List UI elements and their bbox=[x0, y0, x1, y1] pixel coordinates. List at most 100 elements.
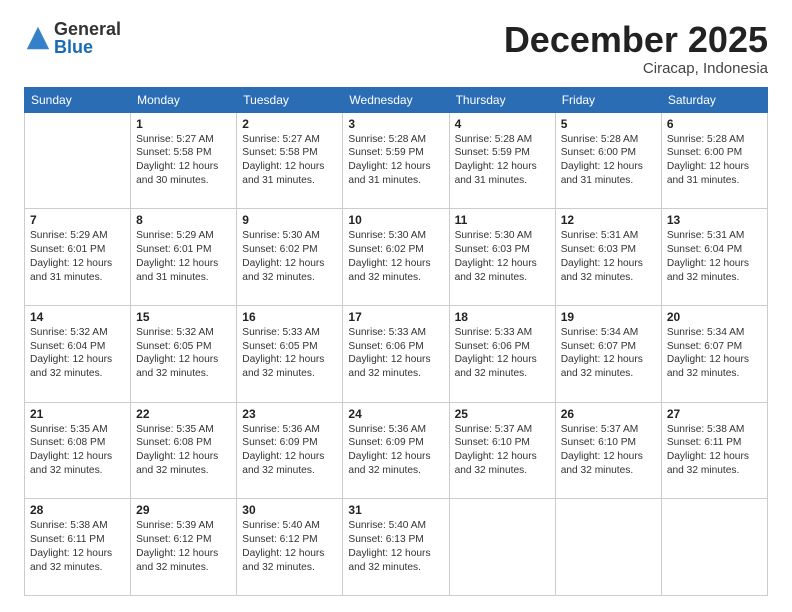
logo-general: General bbox=[54, 20, 121, 38]
day-info: Sunrise: 5:32 AMSunset: 6:05 PMDaylight:… bbox=[136, 326, 231, 381]
calendar-week-row: 7 Sunrise: 5:29 AMSunset: 6:01 PMDaylight… bbox=[25, 209, 768, 306]
day-number: 23 bbox=[242, 407, 337, 421]
day-number: 26 bbox=[561, 407, 656, 421]
calendar-header-row: Sunday Monday Tuesday Wednesday Thursday… bbox=[25, 87, 768, 112]
day-number: 22 bbox=[136, 407, 231, 421]
calendar-cell: 27 Sunrise: 5:38 AMSunset: 6:11 PMDayligh… bbox=[661, 402, 767, 499]
calendar-cell: 18 Sunrise: 5:33 AMSunset: 6:06 PMDayligh… bbox=[449, 305, 555, 402]
calendar-cell: 9 Sunrise: 5:30 AMSunset: 6:02 PMDaylight… bbox=[237, 209, 343, 306]
logo-text: General Blue bbox=[54, 20, 121, 56]
calendar-cell: 19 Sunrise: 5:34 AMSunset: 6:07 PMDayligh… bbox=[555, 305, 661, 402]
day-number: 11 bbox=[455, 213, 550, 227]
calendar-cell bbox=[25, 112, 131, 209]
day-info: Sunrise: 5:40 AMSunset: 6:13 PMDaylight:… bbox=[348, 519, 443, 574]
day-info: Sunrise: 5:36 AMSunset: 6:09 PMDaylight:… bbox=[348, 423, 443, 478]
calendar-cell: 17 Sunrise: 5:33 AMSunset: 6:06 PMDayligh… bbox=[343, 305, 449, 402]
day-number: 31 bbox=[348, 503, 443, 517]
day-number: 9 bbox=[242, 213, 337, 227]
calendar-cell: 22Sunrise: 5:35 AMSunset: 6:08 PMDayligh… bbox=[131, 402, 237, 499]
day-info: Sunrise: 5:29 AMSunset: 6:01 PMDaylight:… bbox=[30, 229, 125, 284]
day-info: Sunrise: 5:31 AMSunset: 6:04 PMDaylight:… bbox=[667, 229, 762, 284]
calendar-cell: 12 Sunrise: 5:31 AMSunset: 6:03 PMDayligh… bbox=[555, 209, 661, 306]
calendar-week-row: 1 Sunrise: 5:27 AMSunset: 5:58 PMDaylight… bbox=[25, 112, 768, 209]
calendar-cell bbox=[661, 499, 767, 596]
day-info: Sunrise: 5:38 AMSunset: 6:11 PMDaylight:… bbox=[30, 519, 125, 574]
calendar-cell: 21Sunrise: 5:35 AMSunset: 6:08 PMDayligh… bbox=[25, 402, 131, 499]
day-info: Sunrise: 5:33 AMSunset: 6:05 PMDaylight:… bbox=[242, 326, 337, 381]
day-number: 30 bbox=[242, 503, 337, 517]
day-info: Sunrise: 5:28 AMSunset: 5:59 PMDaylight:… bbox=[348, 133, 443, 188]
col-wednesday: Wednesday bbox=[343, 87, 449, 112]
day-info: Sunrise: 5:34 AMSunset: 6:07 PMDaylight:… bbox=[667, 326, 762, 381]
header: General Blue December 2025 Ciracap, Indo… bbox=[24, 20, 768, 77]
calendar-cell: 28 Sunrise: 5:38 AMSunset: 6:11 PMDayligh… bbox=[25, 499, 131, 596]
day-info: Sunrise: 5:28 AMSunset: 6:00 PMDaylight:… bbox=[667, 133, 762, 188]
col-friday: Friday bbox=[555, 87, 661, 112]
day-number: 17 bbox=[348, 310, 443, 324]
calendar-cell: 8 Sunrise: 5:29 AMSunset: 6:01 PMDaylight… bbox=[131, 209, 237, 306]
day-info: Sunrise: 5:28 AMSunset: 6:00 PMDaylight:… bbox=[561, 133, 656, 188]
calendar-cell: 13Sunrise: 5:31 AMSunset: 6:04 PMDayligh… bbox=[661, 209, 767, 306]
calendar-cell: 6 Sunrise: 5:28 AMSunset: 6:00 PMDaylight… bbox=[661, 112, 767, 209]
day-info: Sunrise: 5:29 AMSunset: 6:01 PMDaylight:… bbox=[136, 229, 231, 284]
calendar-cell: 5 Sunrise: 5:28 AMSunset: 6:00 PMDaylight… bbox=[555, 112, 661, 209]
day-info: Sunrise: 5:28 AMSunset: 5:59 PMDaylight:… bbox=[455, 133, 550, 188]
calendar-cell: 30 Sunrise: 5:40 AMSunset: 6:12 PMDayligh… bbox=[237, 499, 343, 596]
calendar-cell: 29Sunrise: 5:39 AMSunset: 6:12 PMDayligh… bbox=[131, 499, 237, 596]
month-title: December 2025 bbox=[504, 20, 768, 60]
calendar-cell bbox=[449, 499, 555, 596]
day-info: Sunrise: 5:30 AMSunset: 6:03 PMDaylight:… bbox=[455, 229, 550, 284]
day-number: 7 bbox=[30, 213, 125, 227]
calendar-cell: 3 Sunrise: 5:28 AMSunset: 5:59 PMDaylight… bbox=[343, 112, 449, 209]
day-number: 2 bbox=[242, 117, 337, 131]
day-number: 16 bbox=[242, 310, 337, 324]
day-info: Sunrise: 5:33 AMSunset: 6:06 PMDaylight:… bbox=[348, 326, 443, 381]
calendar-cell: 26 Sunrise: 5:37 AMSunset: 6:10 PMDayligh… bbox=[555, 402, 661, 499]
day-number: 1 bbox=[136, 117, 231, 131]
col-monday: Monday bbox=[131, 87, 237, 112]
day-info: Sunrise: 5:40 AMSunset: 6:12 PMDaylight:… bbox=[242, 519, 337, 574]
calendar-cell: 20Sunrise: 5:34 AMSunset: 6:07 PMDayligh… bbox=[661, 305, 767, 402]
calendar-cell bbox=[555, 499, 661, 596]
calendar-cell: 25Sunrise: 5:37 AMSunset: 6:10 PMDayligh… bbox=[449, 402, 555, 499]
page: General Blue December 2025 Ciracap, Indo… bbox=[0, 0, 792, 612]
day-number: 21 bbox=[30, 407, 125, 421]
calendar-cell: 15 Sunrise: 5:32 AMSunset: 6:05 PMDayligh… bbox=[131, 305, 237, 402]
logo: General Blue bbox=[24, 20, 121, 56]
calendar-cell: 14Sunrise: 5:32 AMSunset: 6:04 PMDayligh… bbox=[25, 305, 131, 402]
day-number: 5 bbox=[561, 117, 656, 131]
day-number: 29 bbox=[136, 503, 231, 517]
day-info: Sunrise: 5:34 AMSunset: 6:07 PMDaylight:… bbox=[561, 326, 656, 381]
calendar-cell: 1 Sunrise: 5:27 AMSunset: 5:58 PMDaylight… bbox=[131, 112, 237, 209]
day-number: 27 bbox=[667, 407, 762, 421]
calendar-table: Sunday Monday Tuesday Wednesday Thursday… bbox=[24, 87, 768, 596]
day-number: 24 bbox=[348, 407, 443, 421]
day-info: Sunrise: 5:30 AMSunset: 6:02 PMDaylight:… bbox=[242, 229, 337, 284]
calendar-week-row: 21Sunrise: 5:35 AMSunset: 6:08 PMDayligh… bbox=[25, 402, 768, 499]
calendar-cell: 7 Sunrise: 5:29 AMSunset: 6:01 PMDaylight… bbox=[25, 209, 131, 306]
col-sunday: Sunday bbox=[25, 87, 131, 112]
day-info: Sunrise: 5:38 AMSunset: 6:11 PMDaylight:… bbox=[667, 423, 762, 478]
day-number: 19 bbox=[561, 310, 656, 324]
day-number: 28 bbox=[30, 503, 125, 517]
col-saturday: Saturday bbox=[661, 87, 767, 112]
day-info: Sunrise: 5:31 AMSunset: 6:03 PMDaylight:… bbox=[561, 229, 656, 284]
calendar-cell: 10Sunrise: 5:30 AMSunset: 6:02 PMDayligh… bbox=[343, 209, 449, 306]
calendar-week-row: 14Sunrise: 5:32 AMSunset: 6:04 PMDayligh… bbox=[25, 305, 768, 402]
day-info: Sunrise: 5:27 AMSunset: 5:58 PMDaylight:… bbox=[242, 133, 337, 188]
day-number: 18 bbox=[455, 310, 550, 324]
day-info: Sunrise: 5:33 AMSunset: 6:06 PMDaylight:… bbox=[455, 326, 550, 381]
logo-blue: Blue bbox=[54, 38, 121, 56]
day-info: Sunrise: 5:37 AMSunset: 6:10 PMDaylight:… bbox=[561, 423, 656, 478]
day-number: 3 bbox=[348, 117, 443, 131]
day-number: 8 bbox=[136, 213, 231, 227]
day-number: 15 bbox=[136, 310, 231, 324]
col-thursday: Thursday bbox=[449, 87, 555, 112]
calendar-cell: 31 Sunrise: 5:40 AMSunset: 6:13 PMDayligh… bbox=[343, 499, 449, 596]
day-number: 6 bbox=[667, 117, 762, 131]
day-number: 12 bbox=[561, 213, 656, 227]
day-number: 25 bbox=[455, 407, 550, 421]
day-number: 4 bbox=[455, 117, 550, 131]
day-info: Sunrise: 5:27 AMSunset: 5:58 PMDaylight:… bbox=[136, 133, 231, 188]
location: Ciracap, Indonesia bbox=[504, 60, 768, 77]
